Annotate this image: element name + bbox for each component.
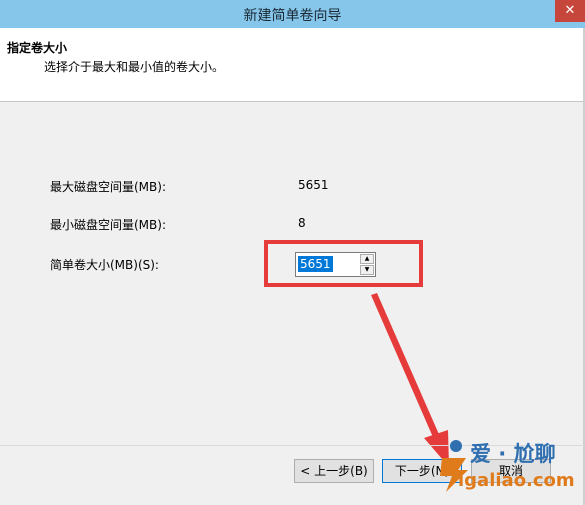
min-size-label: 最小磁盘空间量(MB):: [50, 218, 166, 232]
title-bar[interactable]: 新建简单卷向导 ✕: [0, 0, 585, 28]
watermark-brand: 爱 · 尬聊: [470, 442, 556, 466]
min-size-value: 8: [298, 216, 306, 230]
wizard-window: 新建简单卷向导 ✕ 指定卷大小 选择介于最大和最小值的卷大小。 最大磁盘空间量(…: [0, 0, 585, 505]
max-size-label: 最大磁盘空间量(MB):: [50, 180, 166, 194]
page-title: 指定卷大小: [7, 41, 68, 55]
back-button[interactable]: < 上一步(B): [294, 459, 374, 483]
close-button[interactable]: ✕: [555, 0, 585, 22]
watermark-url: igaliao.com: [458, 470, 575, 491]
wizard-header: 指定卷大小 选择介于最大和最小值的卷大小。: [0, 28, 585, 102]
watermark-logo: 爱 · 尬聊 igaliao.com: [436, 436, 585, 505]
volume-size-label: 简单卷大小(MB)(S):: [50, 258, 159, 272]
highlight-annotation: [264, 240, 423, 287]
window-title: 新建简单卷向导: [243, 8, 342, 24]
page-subtitle: 选择介于最大和最小值的卷大小。: [44, 60, 225, 74]
max-size-value: 5651: [298, 178, 329, 192]
